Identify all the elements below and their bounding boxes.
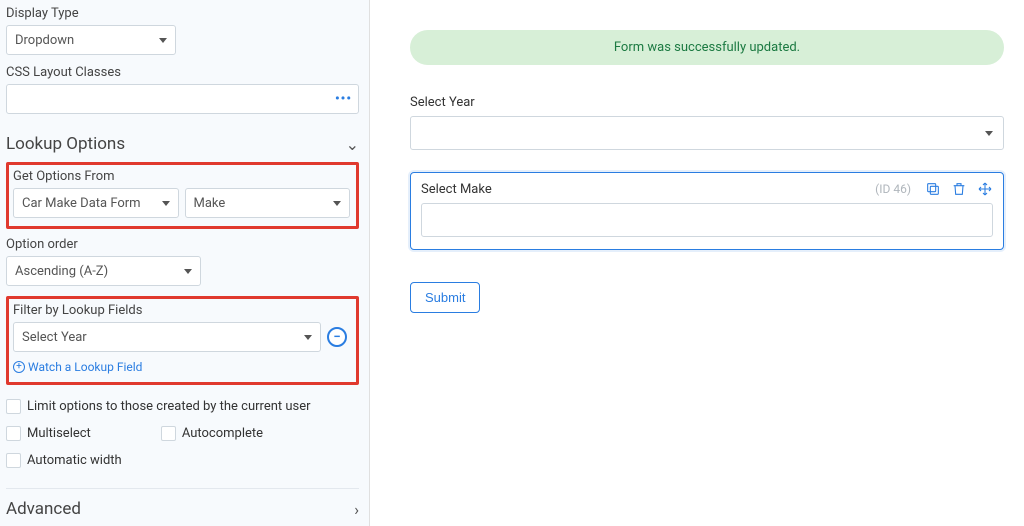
multiselect-row: Multiselect	[6, 420, 91, 447]
copy-icon	[925, 181, 941, 197]
advanced-header[interactable]: Advanced ›	[6, 489, 359, 526]
select-year-field[interactable]: Select Year	[410, 95, 1004, 150]
lookup-options-header[interactable]: Lookup Options ⌄	[6, 124, 359, 162]
move-button[interactable]	[977, 181, 993, 197]
multiselect-checkbox[interactable]	[6, 426, 21, 441]
sidebar-field-settings: Display Type Dropdown CSS Layout Classes…	[0, 0, 370, 526]
autocomplete-row: Autocomplete	[161, 420, 263, 447]
display-type-value: Dropdown	[15, 33, 74, 48]
success-alert-text: Form was successfully updated.	[614, 40, 800, 55]
chevron-down-icon	[304, 335, 312, 340]
css-layout-input[interactable]: •••	[6, 84, 359, 114]
display-type-block: Display Type Dropdown	[6, 6, 359, 55]
submit-label: Submit	[425, 290, 465, 305]
chevron-down-icon	[159, 38, 167, 43]
filter-by-value: Select Year	[22, 330, 87, 345]
trash-icon	[951, 181, 967, 197]
submit-row: Submit	[410, 282, 1004, 313]
select-make-dropdown[interactable]	[421, 203, 993, 237]
automatic-width-row: Automatic width	[6, 447, 359, 474]
field-card-actions: (ID 46)	[875, 181, 993, 197]
get-options-form-value: Car Make Data Form	[22, 196, 141, 211]
automatic-width-label: Automatic width	[27, 453, 122, 468]
more-options-icon[interactable]: •••	[335, 92, 352, 107]
watch-lookup-link[interactable]: + Watch a Lookup Field	[13, 360, 142, 374]
submit-button[interactable]: Submit	[410, 282, 480, 313]
select-year-label: Select Year	[410, 95, 1004, 110]
autocomplete-checkbox[interactable]	[161, 426, 176, 441]
minus-icon: −	[333, 331, 340, 344]
plus-circle-icon: +	[13, 361, 25, 373]
select-make-label: Select Make	[421, 182, 492, 197]
option-order-value: Ascending (A-Z)	[15, 264, 108, 279]
multiselect-label: Multiselect	[27, 426, 91, 441]
field-card-header: Select Make (ID 46)	[421, 181, 993, 197]
delete-button[interactable]	[951, 181, 967, 197]
limit-options-row: Limit options to those created by the cu…	[6, 393, 359, 420]
limit-options-label: Limit options to those created by the cu…	[27, 399, 311, 414]
select-make-field-card[interactable]: Select Make (ID 46)	[410, 172, 1004, 250]
duplicate-button[interactable]	[925, 181, 941, 197]
get-options-field-value: Make	[194, 196, 226, 211]
option-order-label: Option order	[6, 237, 359, 252]
autocomplete-label: Autocomplete	[182, 426, 263, 441]
advanced-title: Advanced	[6, 499, 81, 519]
form-preview-area: Form was successfully updated. Select Ye…	[370, 0, 1024, 526]
get-options-highlight: Get Options From Car Make Data Form Make	[6, 162, 359, 229]
css-layout-block: CSS Layout Classes •••	[6, 65, 359, 114]
field-id-text: (ID 46)	[875, 182, 911, 196]
watch-lookup-text: Watch a Lookup Field	[28, 360, 142, 374]
lookup-options-title: Lookup Options	[6, 134, 125, 154]
get-options-field-select[interactable]: Make	[185, 188, 351, 218]
get-options-form-select[interactable]: Car Make Data Form	[13, 188, 179, 218]
chevron-right-icon: ›	[354, 500, 359, 519]
filter-by-label: Filter by Lookup Fields	[13, 303, 350, 318]
limit-options-checkbox[interactable]	[6, 399, 21, 414]
chevron-down-icon	[333, 201, 341, 206]
option-order-block: Option order Ascending (A-Z)	[6, 237, 359, 286]
select-year-dropdown[interactable]	[410, 116, 1004, 150]
success-alert: Form was successfully updated.	[410, 30, 1004, 65]
filter-by-select[interactable]: Select Year	[13, 322, 321, 352]
css-layout-label: CSS Layout Classes	[6, 65, 359, 80]
filter-by-highlight: Filter by Lookup Fields Select Year − + …	[6, 296, 359, 385]
get-options-from-label: Get Options From	[13, 169, 350, 184]
chevron-down-icon	[162, 201, 170, 206]
chevron-down-icon	[985, 131, 993, 136]
display-type-label: Display Type	[6, 6, 359, 21]
move-icon	[977, 181, 993, 197]
chevron-down-icon: ⌄	[346, 135, 359, 154]
remove-filter-button[interactable]: −	[327, 327, 347, 347]
automatic-width-checkbox[interactable]	[6, 453, 21, 468]
chevron-down-icon	[184, 269, 192, 274]
option-order-select[interactable]: Ascending (A-Z)	[6, 256, 201, 286]
display-type-select[interactable]: Dropdown	[6, 25, 176, 55]
